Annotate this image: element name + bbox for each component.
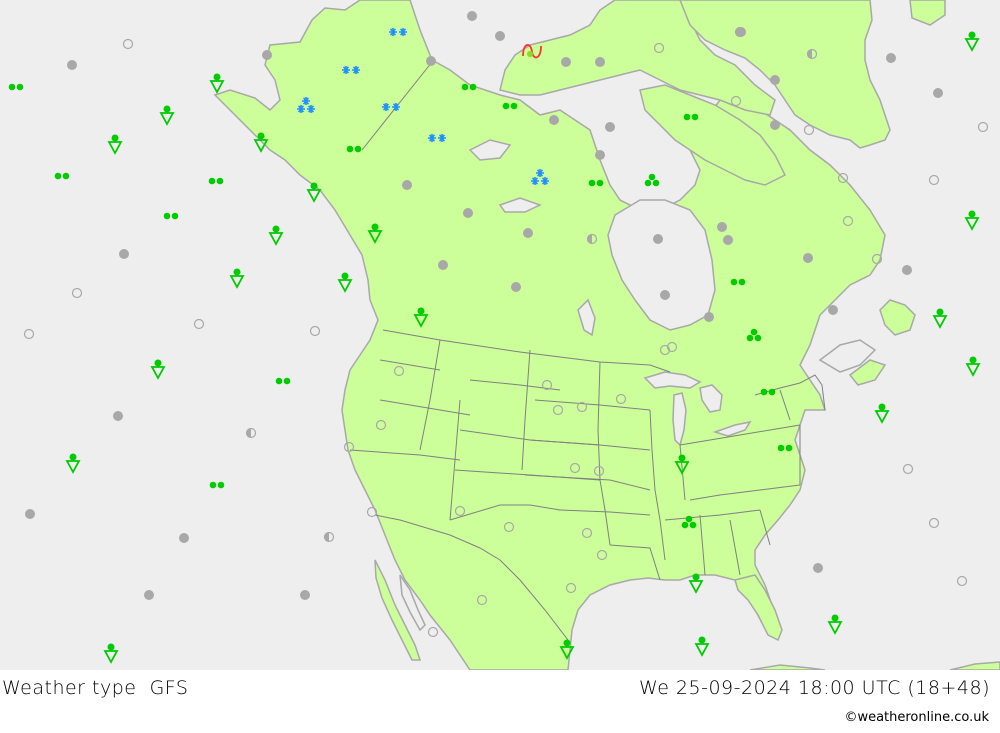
map-title: Weather type GFS (2, 677, 188, 699)
overcast-icon (262, 50, 272, 60)
rain-icon (275, 377, 291, 385)
overcast-icon (886, 53, 896, 63)
overcast-icon (495, 31, 505, 41)
rain-shower-icon (229, 268, 245, 289)
overcast-icon (828, 305, 838, 315)
copyright-link[interactable]: ©weatheronline.co.uk (844, 710, 989, 725)
rain-shower-icon (932, 308, 948, 329)
overcast-icon (723, 235, 733, 245)
overcast-icon (902, 265, 912, 275)
rain-shower-icon (209, 73, 225, 94)
clear-sky-icon (977, 121, 989, 133)
clear-sky-icon (902, 463, 914, 475)
land-layer (213, 0, 1000, 670)
rain-shower-icon (268, 225, 284, 246)
overcast-icon (467, 11, 477, 21)
clear-sky-icon (122, 38, 134, 50)
overcast-icon (653, 234, 663, 244)
clear-sky-icon (71, 287, 83, 299)
overcast-icon (179, 533, 189, 543)
partly-cloudy-icon (323, 531, 335, 543)
map-title-text: Weather type (2, 677, 137, 699)
overcast-icon (770, 75, 780, 85)
rain-shower-icon (964, 31, 980, 52)
rain-shower-icon (107, 134, 123, 155)
forecast-datetime: We 25-09-2024 18:00 UTC (18+48) (639, 677, 990, 699)
overcast-icon (511, 282, 521, 292)
rain-icon (163, 212, 179, 220)
overcast-icon (595, 57, 605, 67)
clear-sky-icon (427, 626, 439, 638)
model-name: GFS (149, 677, 189, 699)
clear-sky-icon (928, 174, 940, 186)
overcast-icon (803, 253, 813, 263)
overcast-icon (67, 60, 77, 70)
rain-shower-icon (103, 643, 119, 664)
overcast-icon (813, 563, 823, 573)
land-cuba (749, 664, 826, 670)
overcast-icon (561, 57, 571, 67)
weather-map[interactable] (0, 0, 1000, 670)
clear-sky-icon (928, 517, 940, 529)
overcast-icon (438, 260, 448, 270)
rain-shower-icon (150, 359, 166, 380)
rain-shower-icon (965, 356, 981, 377)
clear-sky-icon (23, 328, 35, 340)
heavy-rain-icon (644, 173, 660, 187)
overcast-icon (717, 222, 727, 232)
land-newfoundland (879, 299, 916, 336)
rain-shower-icon (694, 636, 710, 657)
weather-map-canvas (8, 0, 1000, 670)
overcast-icon (402, 180, 412, 190)
overcast-icon (300, 590, 310, 600)
rain-icon (208, 177, 224, 185)
overcast-icon (933, 88, 943, 98)
rain-icon (209, 481, 225, 489)
partly-cloudy-icon (245, 427, 257, 439)
rain-shower-icon (337, 272, 353, 293)
rain-shower-icon (65, 453, 81, 474)
land-florida (734, 574, 783, 642)
overcast-icon (25, 509, 35, 519)
rain-icon (54, 172, 70, 180)
overcast-icon (549, 115, 559, 125)
clear-sky-icon (193, 318, 205, 330)
clear-sky-icon (803, 124, 815, 136)
overcast-icon (113, 411, 123, 421)
overcast-icon (704, 312, 714, 322)
overcast-icon (605, 122, 615, 132)
rain-shower-icon (159, 105, 175, 126)
overcast-icon (595, 150, 605, 160)
overcast-icon (426, 56, 436, 66)
clear-sky-icon (956, 575, 968, 587)
rain-shower-icon (827, 614, 843, 635)
clear-sky-icon (309, 325, 321, 337)
overcast-icon (463, 208, 473, 218)
land-iceland (909, 0, 946, 26)
land-hispaniola (949, 661, 1000, 670)
rain-shower-icon (874, 403, 890, 424)
overcast-icon (770, 120, 780, 130)
overcast-icon (144, 590, 154, 600)
rain-shower-icon (964, 210, 980, 231)
overcast-icon (660, 290, 670, 300)
rain-icon (8, 83, 24, 91)
overcast-icon (523, 228, 533, 238)
overcast-icon (119, 249, 129, 259)
